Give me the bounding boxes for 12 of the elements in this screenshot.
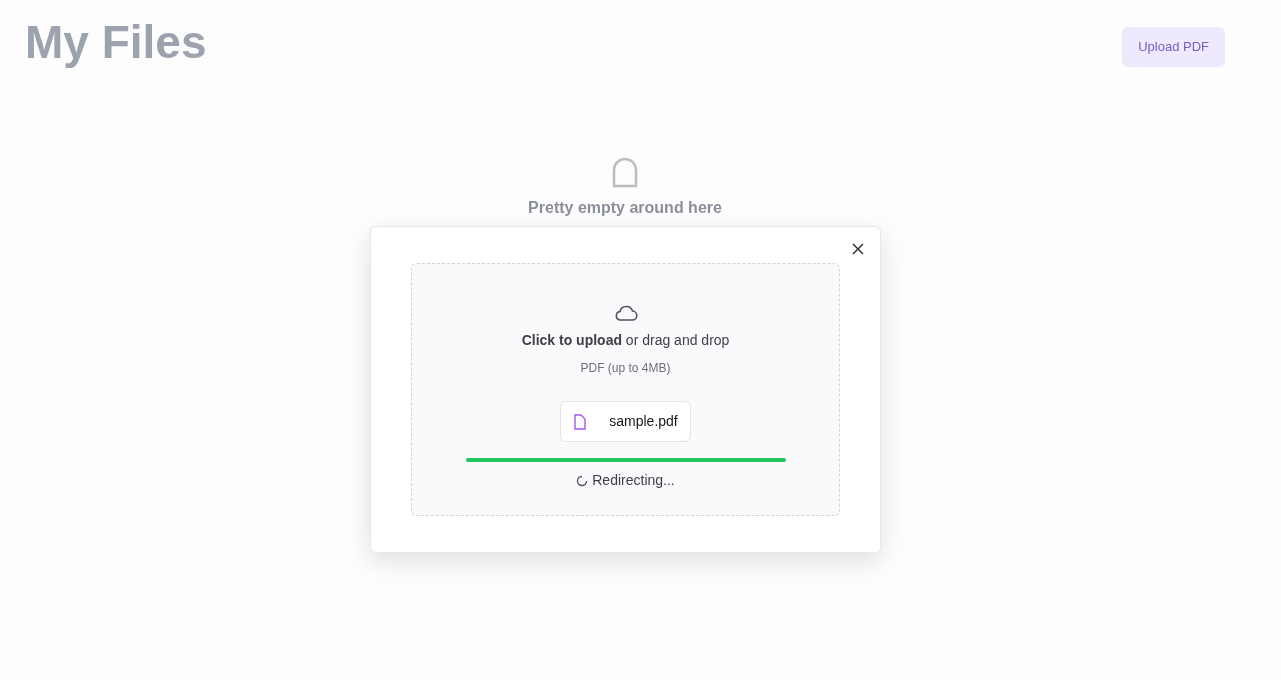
file-hint: PDF (up to 4MB) [580, 360, 671, 377]
status-text: Redirecting... [592, 471, 675, 490]
empty-message: Pretty empty around here [528, 198, 722, 218]
drop-zone[interactable]: Click to upload or drag and drop PDF (up to 4MB) sample.pdf Redirecting... [411, 263, 840, 516]
close-icon[interactable] [852, 243, 864, 255]
upload-prompt: Click to upload or drag and drop [521, 331, 730, 350]
file-name: sample.pdf [609, 412, 678, 431]
page-title: My Files [25, 15, 207, 70]
spinner-icon [576, 474, 589, 487]
file-icon [573, 413, 588, 430]
upload-button[interactable]: Upload PDF [1122, 27, 1225, 67]
cloud-icon [613, 304, 638, 322]
